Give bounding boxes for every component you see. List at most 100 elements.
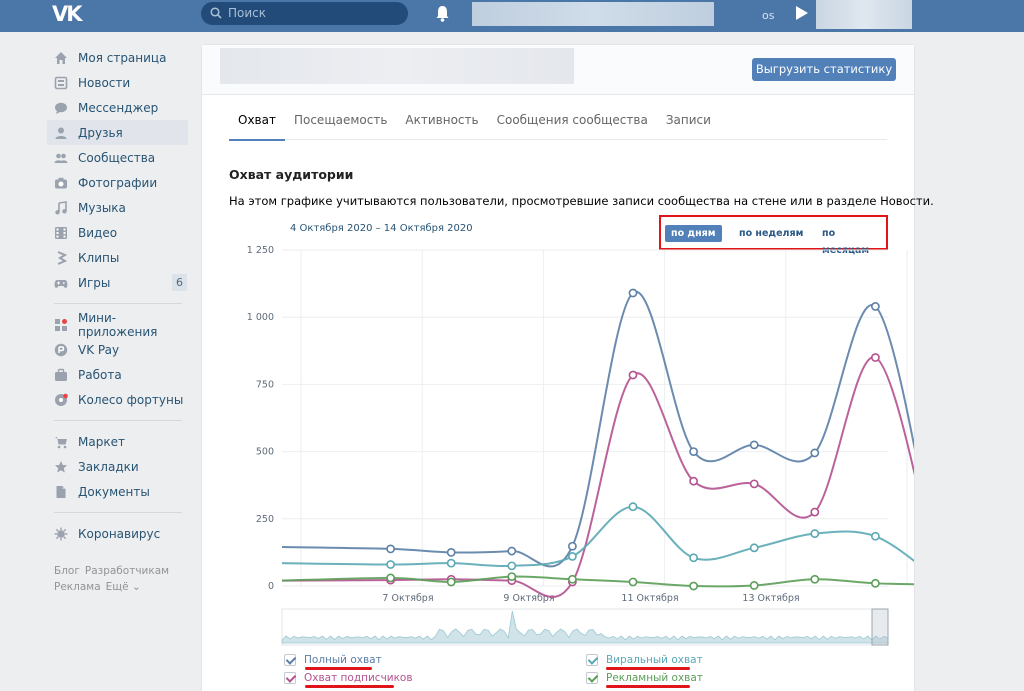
subscriber-reach-line	[281, 356, 914, 598]
sidebar-item-music[interactable]: Музыка	[47, 195, 188, 220]
legend-subscriber-reach[interactable]: Охват подписчиков	[284, 672, 413, 684]
search-icon	[210, 7, 222, 19]
apps-icon	[54, 318, 68, 332]
sidebar: Моя страница Новости Мессенджер Друзья Сообщ…	[47, 45, 188, 595]
x-tick-label: 13 Октября	[742, 593, 799, 604]
virus-icon	[54, 527, 68, 541]
sidebar-footer: Блог Разработчикам Реклама Ещё ⌄	[47, 563, 188, 595]
data-point[interactable]	[567, 541, 577, 551]
user-initials: os	[762, 9, 775, 22]
data-point[interactable]	[628, 502, 638, 512]
data-point[interactable]	[386, 573, 395, 583]
legend-label: Виральный охват	[606, 654, 703, 666]
sidebar-item-label: VK Pay	[78, 342, 120, 357]
data-point[interactable]	[810, 448, 820, 458]
data-point[interactable]	[689, 553, 698, 563]
data-point[interactable]	[507, 546, 517, 556]
footer-link-blog[interactable]: Блог	[54, 565, 80, 577]
data-point[interactable]	[628, 370, 638, 380]
footer-link-developers[interactable]: Разработчикам	[85, 565, 169, 577]
checkbox-icon[interactable]	[586, 672, 598, 684]
legend-viral-reach[interactable]: Виральный охват	[586, 654, 703, 666]
wheel-icon	[54, 393, 68, 407]
legend-label: Полный охват	[304, 654, 382, 666]
data-point[interactable]	[507, 572, 517, 581]
data-point[interactable]	[689, 476, 698, 486]
play-icon[interactable]	[795, 5, 809, 21]
data-point[interactable]	[567, 574, 577, 584]
data-point[interactable]	[749, 543, 759, 553]
sidebar-item-star[interactable]: Закладки	[47, 454, 188, 479]
data-point[interactable]	[446, 577, 456, 587]
friends-icon	[54, 126, 68, 140]
sidebar-item-clips[interactable]: Клипы	[47, 245, 188, 270]
data-point[interactable]	[446, 547, 456, 557]
data-point[interactable]	[810, 574, 820, 584]
video-icon	[54, 226, 68, 240]
footer-link-more[interactable]: Ещё ⌄	[106, 581, 141, 593]
sidebar-item-message[interactable]: Мессенджер	[47, 95, 188, 120]
message-icon	[54, 101, 68, 115]
full-reach-line	[281, 290, 914, 568]
checkbox-icon[interactable]	[284, 672, 296, 684]
search-input[interactable]: Поиск	[201, 2, 408, 25]
sidebar-item-wheel[interactable]: Колесо фортуны	[47, 387, 188, 412]
sidebar-item-label: Новости	[78, 75, 131, 90]
navigator-handle[interactable]	[871, 608, 889, 646]
sidebar-item-friends[interactable]: Друзья	[47, 120, 188, 145]
blurred-profile[interactable]	[816, 0, 912, 29]
footer-link-ads[interactable]: Реклама	[54, 581, 101, 593]
data-point[interactable]	[871, 302, 880, 311]
sidebar-item-document[interactable]: Документы	[47, 479, 188, 504]
gamepad-icon	[54, 276, 68, 290]
data-point[interactable]	[689, 447, 698, 456]
sidebar-item-briefcase[interactable]: Работа	[47, 362, 188, 387]
y-tick-label: 0	[268, 581, 274, 592]
data-point[interactable]	[871, 531, 880, 541]
data-point[interactable]	[871, 353, 880, 362]
data-point[interactable]	[386, 560, 395, 569]
sidebar-item-label: Фотографии	[78, 175, 158, 190]
reach-chart[interactable]: 0 250 500 750 1 000 1 250 7 Октября 9 Октября 11…	[202, 45, 914, 691]
sidebar-item-groups[interactable]: Сообщества	[47, 145, 188, 170]
data-point[interactable]	[749, 581, 759, 590]
sidebar-item-vkpay[interactable]: VK Pay	[47, 337, 188, 362]
data-point[interactable]	[386, 544, 395, 554]
sidebar-item-news[interactable]: Новости	[47, 70, 188, 95]
data-point[interactable]	[810, 507, 820, 517]
data-point[interactable]	[628, 288, 638, 298]
sidebar-divider	[54, 420, 182, 421]
data-point[interactable]	[628, 577, 638, 587]
checkbox-icon[interactable]	[586, 654, 598, 666]
vkpay-icon	[54, 343, 68, 357]
sidebar-item-video[interactable]: Видео	[47, 220, 188, 245]
sidebar-item-cart[interactable]: Маркет	[47, 429, 188, 454]
data-point[interactable]	[689, 581, 698, 591]
sidebar-item-home[interactable]: Моя страница	[47, 45, 188, 70]
data-point[interactable]	[507, 561, 517, 571]
x-tick-label: 7 Октября	[382, 593, 433, 604]
sidebar-item-gamepad[interactable]: Игры 6	[47, 270, 188, 295]
sidebar-item-label: Моя страница	[78, 50, 167, 65]
briefcase-icon	[54, 368, 68, 382]
data-point[interactable]	[446, 558, 456, 568]
data-point[interactable]	[567, 552, 577, 561]
legend-label: Охват подписчиков	[304, 672, 413, 684]
data-point[interactable]	[749, 479, 759, 489]
sidebar-item-label: Мини-приложения	[78, 310, 158, 339]
vk-logo[interactable]: VK	[52, 2, 82, 26]
y-tick-label: 250	[256, 514, 274, 525]
data-point[interactable]	[810, 529, 820, 538]
sidebar-item-label: Музыка	[78, 200, 126, 215]
checkbox-icon[interactable]	[284, 654, 296, 666]
legend-ads-reach[interactable]: Рекламный охват	[586, 672, 703, 684]
x-tick-label: 9 Октября	[503, 593, 554, 604]
sidebar-item-camera[interactable]: Фотографии	[47, 170, 188, 195]
data-point[interactable]	[871, 578, 880, 588]
bell-icon[interactable]	[435, 5, 450, 22]
legend-full-reach[interactable]: Полный охват	[284, 654, 382, 666]
news-icon	[54, 76, 68, 90]
sidebar-item-virus[interactable]: Коронавирус	[47, 521, 188, 546]
sidebar-item-apps[interactable]: Мини-приложения	[47, 310, 188, 339]
data-point[interactable]	[749, 440, 759, 450]
